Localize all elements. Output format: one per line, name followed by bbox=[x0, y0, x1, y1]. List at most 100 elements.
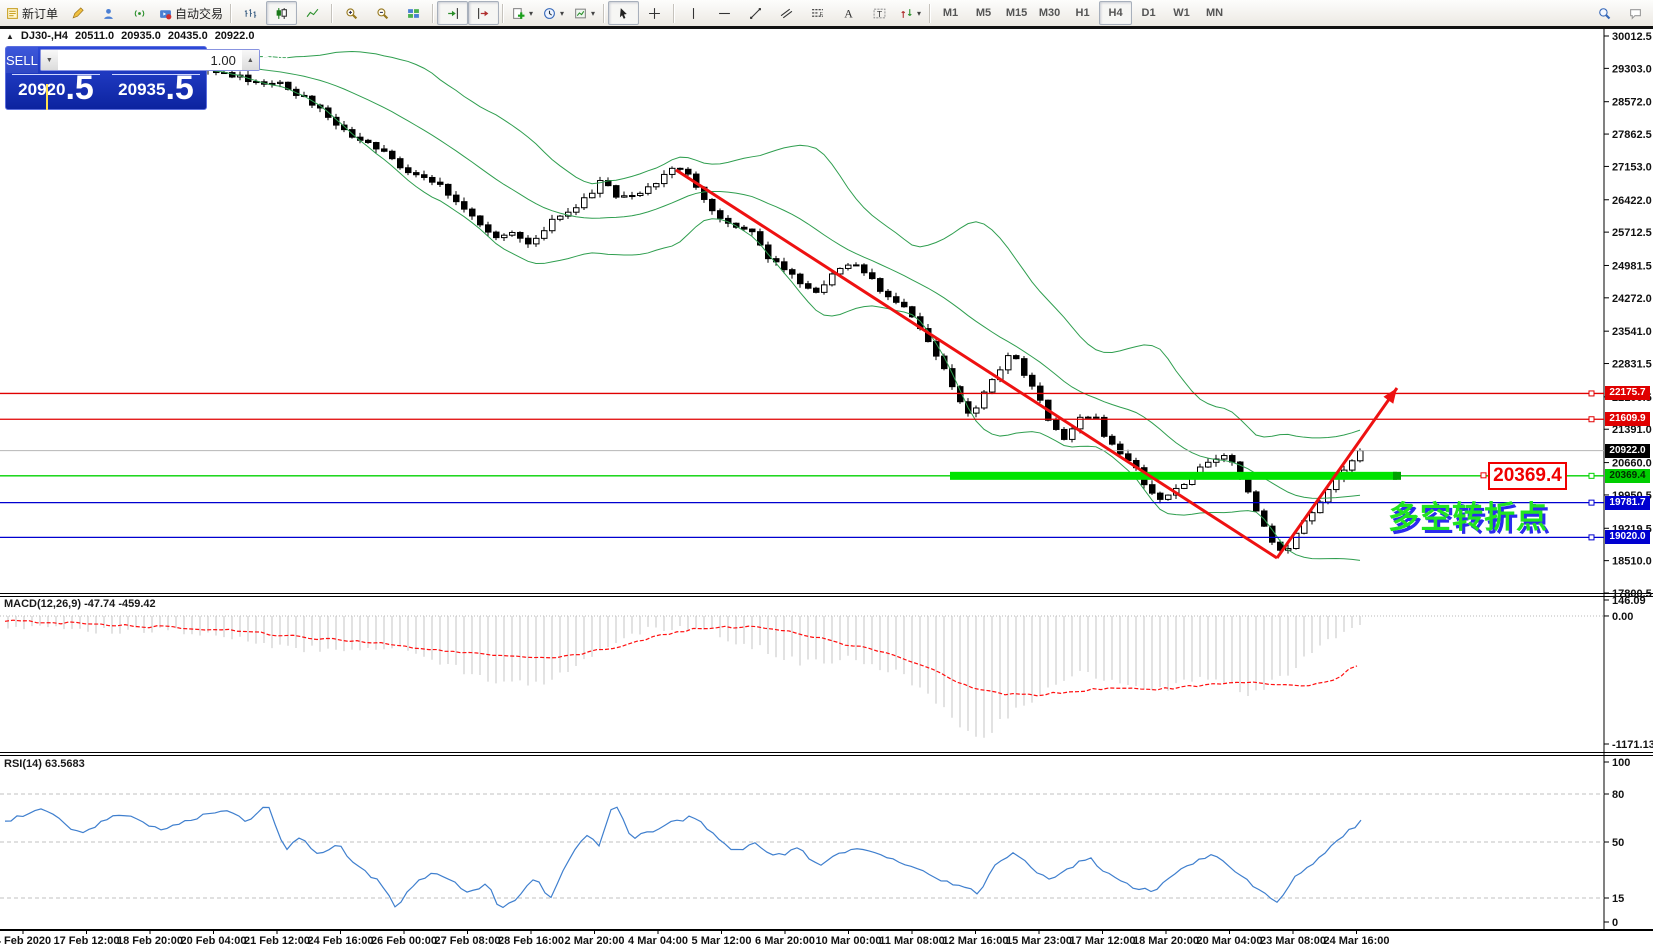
vline-button[interactable] bbox=[678, 1, 709, 25]
support-price-label: 20369.4 bbox=[1488, 462, 1567, 490]
channel-button[interactable] bbox=[771, 1, 802, 25]
sell-price-frac: .5 bbox=[65, 73, 93, 103]
tf-h4[interactable]: H4 bbox=[1099, 1, 1132, 25]
svg-text:80: 80 bbox=[1612, 789, 1624, 801]
text-button[interactable]: A bbox=[833, 1, 864, 25]
svg-text:12 Mar 16:00: 12 Mar 16:00 bbox=[942, 935, 1008, 947]
arrows-icon bbox=[900, 7, 913, 20]
trend-arrows[interactable] bbox=[676, 170, 1397, 558]
svg-text:18 Mar 20:00: 18 Mar 20:00 bbox=[1133, 935, 1199, 947]
price-badge: 22175.7 bbox=[1605, 386, 1650, 400]
volume-input[interactable] bbox=[58, 50, 242, 70]
template-icon bbox=[574, 7, 587, 20]
tf-w1[interactable]: W1 bbox=[1165, 1, 1198, 25]
tf-m30[interactable]: M30 bbox=[1033, 1, 1066, 25]
zoomin-icon bbox=[345, 7, 358, 20]
price-badge: 20922.0 bbox=[1605, 444, 1650, 458]
sell-button[interactable]: SELL bbox=[6, 47, 38, 73]
rsi-axis[interactable]: 1008050150 bbox=[1604, 757, 1630, 929]
price-badge: 19781.7 bbox=[1605, 496, 1650, 510]
collapse-panel-icon[interactable]: ▲ bbox=[6, 32, 14, 41]
price-axis[interactable]: 30012.529303.028572.027862.527153.026422… bbox=[1604, 31, 1652, 600]
auto-scroll-button[interactable] bbox=[437, 1, 468, 25]
tf-mn[interactable]: MN bbox=[1198, 1, 1231, 25]
search-icon bbox=[1598, 7, 1611, 20]
svg-text:4 Feb 2020: 4 Feb 2020 bbox=[0, 935, 51, 947]
neworder-icon bbox=[6, 7, 19, 20]
svg-text:6 Mar 20:00: 6 Mar 20:00 bbox=[755, 935, 815, 947]
tiles-icon bbox=[407, 7, 420, 20]
tf-h1[interactable]: H1 bbox=[1066, 1, 1099, 25]
svg-text:18510.0: 18510.0 bbox=[1612, 556, 1652, 568]
pencil-icon bbox=[71, 7, 84, 20]
toolbar-separator bbox=[230, 4, 232, 23]
line-chart-button[interactable] bbox=[297, 1, 328, 25]
hline-button[interactable] bbox=[709, 1, 740, 25]
autotrading-button[interactable]: 自动交易 bbox=[155, 1, 227, 25]
tile-windows-button[interactable] bbox=[398, 1, 429, 25]
zoom-out-button[interactable] bbox=[367, 1, 398, 25]
bar-open: 20511.0 bbox=[75, 30, 114, 42]
volume-decrease-button[interactable]: ▼ bbox=[41, 50, 58, 70]
shift-icon bbox=[477, 7, 490, 20]
templates-button[interactable]: ▾ bbox=[569, 1, 600, 25]
periods-button[interactable]: ▾ bbox=[538, 1, 569, 25]
zoom-in-button[interactable] bbox=[336, 1, 367, 25]
candle-chart-button[interactable] bbox=[266, 1, 297, 25]
svg-text:24 Mar 16:00: 24 Mar 16:00 bbox=[1323, 935, 1389, 947]
time-axis[interactable]: 4 Feb 202017 Feb 12:0018 Feb 20:0020 Feb… bbox=[0, 929, 1390, 947]
bar-chart-button[interactable] bbox=[235, 1, 266, 25]
svg-text:20660.0: 20660.0 bbox=[1612, 458, 1652, 470]
chevron-down-icon: ▾ bbox=[591, 9, 595, 18]
tf-m15[interactable]: M15 bbox=[1000, 1, 1033, 25]
indicators-button[interactable]: ▾ bbox=[507, 1, 538, 25]
buy-button[interactable]: BUY bbox=[262, 47, 289, 73]
textA-icon: A bbox=[842, 7, 855, 20]
volume-increase-button[interactable]: ▲ bbox=[242, 50, 259, 70]
horizontal-level-lines[interactable] bbox=[0, 391, 1604, 540]
buy-price[interactable]: 20935 .5 bbox=[106, 73, 206, 105]
price-badge: 21609.9 bbox=[1605, 412, 1650, 426]
hline-icon bbox=[718, 7, 731, 20]
search-button[interactable] bbox=[1589, 1, 1620, 25]
one-click-trading-panel: SELL ▼ ▲ BUY 20920 .5 20935 .5 bbox=[5, 46, 207, 110]
tf-m1[interactable]: M1 bbox=[934, 1, 967, 25]
bar-high: 20935.0 bbox=[121, 30, 161, 42]
bar-icon bbox=[244, 7, 257, 20]
buy-price-frac: .5 bbox=[165, 73, 193, 103]
chat-button[interactable] bbox=[1620, 1, 1651, 25]
svg-text:22831.5: 22831.5 bbox=[1612, 359, 1652, 371]
metaeditor-button[interactable] bbox=[62, 1, 93, 25]
trendline-button[interactable] bbox=[740, 1, 771, 25]
market-button[interactable] bbox=[93, 1, 124, 25]
fibonacci-button[interactable]: F bbox=[802, 1, 833, 25]
svg-text:28 Feb 16:00: 28 Feb 16:00 bbox=[498, 935, 564, 947]
buy-price-main: 20935 bbox=[118, 77, 165, 103]
bar-close: 20922.0 bbox=[215, 30, 255, 42]
cursor-button[interactable] bbox=[608, 1, 639, 25]
new-order-button[interactable]: 新订单 bbox=[2, 1, 62, 25]
candle-icon bbox=[275, 7, 288, 20]
toolbar-button-label: 新订单 bbox=[22, 5, 58, 22]
svg-text:0: 0 bbox=[1612, 917, 1618, 929]
label-button[interactable]: T bbox=[864, 1, 895, 25]
chevron-down-icon: ▾ bbox=[917, 9, 921, 18]
svg-text:50: 50 bbox=[1612, 837, 1624, 849]
macd-axis[interactable]: 146.090.00-1171.13 bbox=[1604, 595, 1653, 751]
macd-indicator-label: MACD(12,26,9) -47.74 -459.42 bbox=[4, 598, 156, 610]
chart-shift-button[interactable] bbox=[468, 1, 499, 25]
chart-area[interactable]: 30012.529303.028572.027862.527153.026422… bbox=[0, 0, 1653, 949]
tf-m5[interactable]: M5 bbox=[967, 1, 1000, 25]
sell-price-main: 20920 bbox=[18, 77, 65, 103]
svg-text:146.09: 146.09 bbox=[1612, 595, 1646, 607]
price-badge: 20369.4 bbox=[1605, 469, 1650, 483]
signals-button[interactable] bbox=[124, 1, 155, 25]
sell-price[interactable]: 20920 .5 bbox=[6, 73, 106, 105]
text-cursor-line bbox=[46, 84, 48, 110]
tf-d1[interactable]: D1 bbox=[1132, 1, 1165, 25]
svg-text:2 Mar 20:00: 2 Mar 20:00 bbox=[565, 935, 625, 947]
svg-text:26 Feb 00:00: 26 Feb 00:00 bbox=[371, 935, 437, 947]
crosshair-button[interactable] bbox=[639, 1, 670, 25]
svg-text:F: F bbox=[820, 12, 824, 18]
arrows-button[interactable]: ▾ bbox=[895, 1, 926, 25]
